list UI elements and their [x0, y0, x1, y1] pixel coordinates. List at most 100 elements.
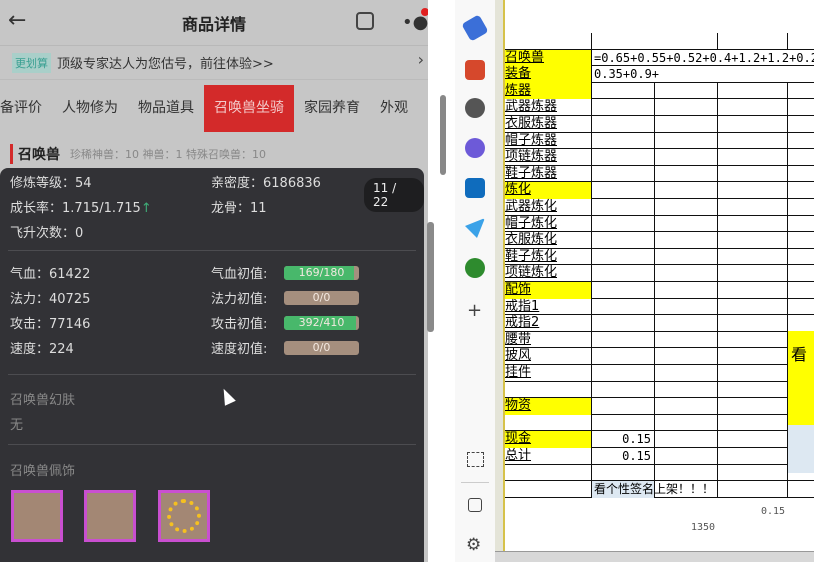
sheet-cell[interactable]: 0.15: [592, 448, 655, 465]
sheet-cell[interactable]: [718, 282, 788, 299]
sheet-cell[interactable]: [718, 315, 788, 332]
sheet-cell[interactable]: 衣服炼化: [505, 232, 592, 249]
sheet-cell[interactable]: [788, 99, 814, 116]
sheet-cell[interactable]: [788, 481, 814, 498]
sheet-cell[interactable]: 0.15: [592, 431, 655, 448]
sheet-cell[interactable]: [788, 133, 814, 150]
open-external-icon[interactable]: [468, 498, 482, 512]
scrollbar-thumb[interactable]: [440, 95, 446, 175]
sheet-cell[interactable]: [655, 464, 718, 482]
sheet-cell[interactable]: [718, 348, 788, 365]
sheet-cell[interactable]: [718, 82, 788, 100]
sheet-cell[interactable]: [592, 331, 655, 349]
sheet-cell[interactable]: [592, 265, 655, 282]
sheet-cell[interactable]: [718, 398, 788, 415]
sheet-cell[interactable]: [592, 315, 655, 332]
sheet-cell[interactable]: [718, 232, 788, 249]
sheet-cell[interactable]: 武器炼化: [505, 199, 592, 216]
games-icon[interactable]: [465, 98, 485, 118]
sheet-cell[interactable]: [655, 431, 718, 448]
sheet-cell[interactable]: [592, 116, 655, 133]
sheet-cell[interactable]: [718, 199, 788, 216]
sheet-cell[interactable]: [592, 33, 655, 50]
sheet-cell[interactable]: [718, 481, 788, 498]
sheet-cell[interactable]: 项链炼化: [505, 265, 592, 282]
screenshot-icon[interactable]: [467, 452, 484, 467]
sheet-cell[interactable]: [592, 182, 655, 199]
settings-gear-icon[interactable]: ⚙: [466, 535, 481, 555]
cell-value[interactable]: 0.15: [761, 506, 785, 517]
shopping-tag-icon[interactable]: [461, 14, 489, 42]
sheet-cell[interactable]: [718, 132, 788, 150]
sheet-cell[interactable]: 戒指1: [505, 298, 592, 316]
sheet-cell[interactable]: [592, 248, 655, 266]
sheet-tabs-bar[interactable]: [495, 551, 814, 562]
cell-value[interactable]: 1350: [691, 522, 715, 533]
sheet-cell[interactable]: [718, 431, 788, 448]
accessory-item-icon[interactable]: [11, 490, 63, 542]
sheet-cell[interactable]: 召唤兽: [505, 49, 592, 67]
sheet-cell[interactable]: 鞋子炼器: [505, 165, 592, 183]
sheet-cell[interactable]: [788, 232, 814, 249]
sheet-cell[interactable]: 鞋子炼化: [505, 248, 592, 266]
sheet-cell[interactable]: [655, 149, 718, 166]
sheet-cell[interactable]: [655, 116, 718, 133]
sheet-cell[interactable]: [788, 116, 814, 133]
sheet-cell[interactable]: [592, 365, 655, 382]
sheet-cell[interactable]: [788, 33, 814, 50]
sheet-cell[interactable]: [718, 182, 788, 199]
sheet-cell[interactable]: [788, 182, 814, 199]
sheet-cell[interactable]: [505, 33, 592, 50]
sheet-cell[interactable]: [718, 215, 788, 233]
sheet-cell[interactable]: 装备: [505, 66, 592, 83]
outlook-icon[interactable]: [465, 178, 485, 198]
sheet-cell[interactable]: [788, 282, 814, 299]
tab-appearance[interactable]: 外观: [370, 85, 418, 132]
tab-home[interactable]: 家园养育: [294, 85, 370, 132]
sheet-cell[interactable]: [655, 33, 718, 50]
sheet-cell[interactable]: 帽子炼化: [505, 215, 592, 233]
sheet-cell[interactable]: [788, 166, 814, 183]
sheet-cell[interactable]: 0.35+0.9+: [592, 66, 659, 83]
sheet-cell[interactable]: 炼器: [505, 82, 592, 100]
sheet-cell[interactable]: [655, 182, 718, 199]
share-icon[interactable]: [356, 12, 374, 30]
sheet-cell[interactable]: 物资: [505, 398, 592, 415]
sheet-cell[interactable]: [655, 381, 718, 399]
sheet-cell[interactable]: 挂件: [505, 365, 592, 382]
add-icon[interactable]: +: [467, 300, 482, 321]
sheet-cell[interactable]: [788, 149, 814, 166]
sheet-cell[interactable]: [592, 414, 655, 432]
sheet-cell[interactable]: [592, 199, 655, 216]
sheet-cell[interactable]: [655, 315, 718, 332]
sheet-cell[interactable]: 帽子炼器: [505, 132, 592, 150]
appraisal-banner[interactable]: 更划算 顶级专家达人为您估号，前往体验>>: [0, 46, 428, 80]
sheet-cell[interactable]: [505, 464, 592, 482]
sheet-cell[interactable]: [788, 315, 814, 332]
sheet-cell[interactable]: [718, 99, 788, 116]
sheet-cell[interactable]: 项链炼器: [505, 149, 592, 166]
sheet-cell[interactable]: [718, 248, 788, 266]
sheet-cell[interactable]: [718, 381, 788, 399]
accessory-item-icon[interactable]: [158, 490, 210, 542]
sheet-cell[interactable]: [592, 232, 655, 249]
tab-pets-mounts[interactable]: 召唤兽坐骑: [204, 85, 294, 132]
sheet-cell[interactable]: [592, 381, 655, 399]
sheet-cell[interactable]: [592, 464, 655, 482]
spreadsheet[interactable]: 召唤兽 =0.65+0.55+0.52+0.4+1.2+1.2+0.22 装备 0.3…: [495, 0, 814, 562]
sheet-cell[interactable]: [718, 66, 788, 83]
sheet-cell[interactable]: [592, 82, 655, 100]
sheet-cell[interactable]: 看个性签名上架！！！: [592, 481, 714, 498]
sheet-cell[interactable]: [592, 132, 655, 150]
back-arrow-icon[interactable]: ←: [8, 8, 26, 33]
sheet-cell[interactable]: [718, 165, 788, 183]
sheet-cell[interactable]: 现金: [505, 431, 592, 448]
sheet-cell[interactable]: [505, 481, 592, 498]
sheet-cell[interactable]: [718, 116, 788, 133]
sheet-cell[interactable]: [655, 365, 718, 382]
tab-character[interactable]: 人物修为: [52, 85, 128, 132]
sheet-cell[interactable]: [655, 165, 718, 183]
copilot-icon[interactable]: [465, 138, 485, 158]
sheet-cell[interactable]: [788, 249, 814, 266]
sheet-cell[interactable]: [718, 448, 788, 465]
